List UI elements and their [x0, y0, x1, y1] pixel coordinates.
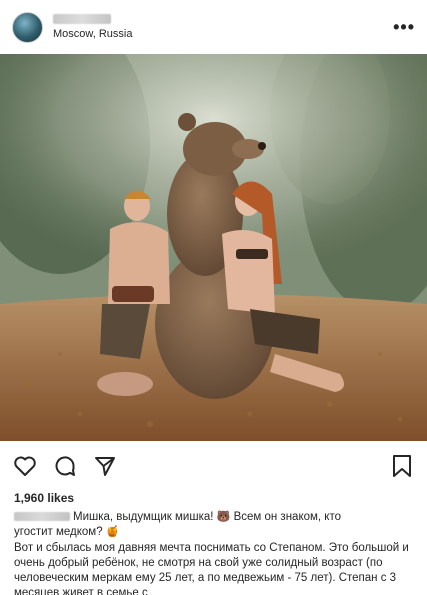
more-options-icon[interactable]: •••	[393, 18, 415, 36]
caption-line1-b: Всем он знаком, кто	[233, 511, 342, 523]
action-bar	[0, 449, 427, 483]
username-blurred[interactable]: nina_bearit	[53, 14, 111, 24]
caption-line2: угостит медком?	[14, 526, 103, 538]
post-header: nina_bearit Moscow, Russia •••	[0, 0, 427, 54]
caption-username-blurred[interactable]	[14, 512, 70, 521]
caption: Мишка, выдумщик мишка! 🐻 Всем он знаком,…	[14, 510, 414, 540]
caption-line1-a: Мишка, выдумщик мишка!	[73, 511, 214, 523]
user-block: nina_bearit Moscow, Russia	[53, 14, 132, 40]
bear-emoji-icon: 🐻	[216, 511, 231, 523]
caption-line2-wrap: угостит медком? 🍯	[14, 525, 414, 540]
post-photo[interactable]	[0, 54, 427, 441]
heart-icon[interactable]	[12, 453, 38, 479]
location-label[interactable]: Moscow, Russia	[53, 28, 132, 40]
caption-description: Вот и сбылась моя давняя мечта поснимать…	[14, 542, 409, 595]
photo-illustration	[0, 54, 427, 441]
honey-emoji-icon: 🍯	[105, 526, 120, 538]
share-icon[interactable]	[92, 453, 118, 479]
instagram-post: nina_bearit Moscow, Russia •••	[0, 0, 427, 595]
comment-icon[interactable]	[52, 453, 78, 479]
user-avatar[interactable]	[12, 11, 43, 43]
bookmark-icon[interactable]	[389, 453, 415, 479]
likes-count[interactable]: 1,960 likes	[14, 491, 74, 505]
